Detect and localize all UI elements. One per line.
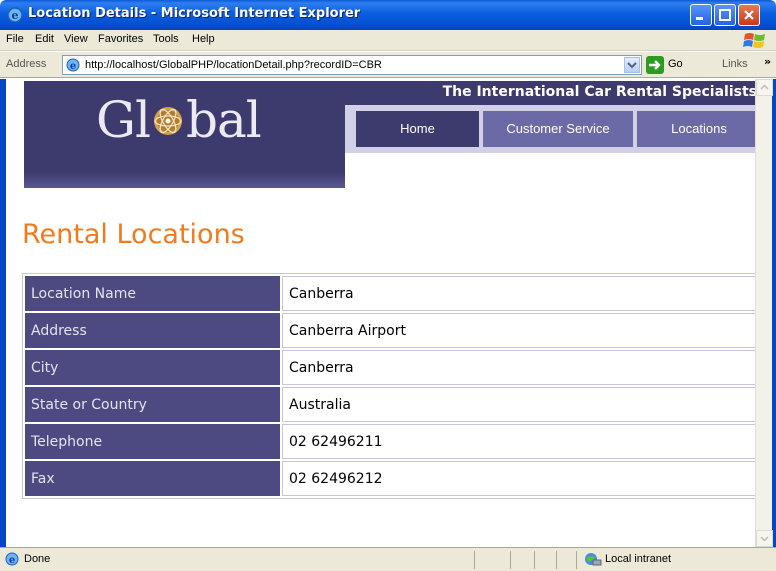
scroll-down-button[interactable] bbox=[756, 530, 773, 547]
windows-logo-icon bbox=[743, 33, 765, 48]
address-dropdown-button[interactable] bbox=[624, 57, 640, 73]
site-nav: Home Customer Service Locations bbox=[356, 111, 761, 147]
address-url: http://localhost/GlobalPHP/locationDetai… bbox=[85, 59, 382, 71]
status-bar: e Done Local intranet bbox=[0, 547, 776, 571]
menu-favorites[interactable]: Favorites bbox=[98, 33, 143, 45]
page-done-icon: e bbox=[5, 552, 19, 566]
nav-customer-service[interactable]: Customer Service bbox=[483, 111, 633, 147]
go-button[interactable]: Go bbox=[646, 56, 706, 74]
table-row: State or Country Australia bbox=[25, 387, 759, 422]
address-label: Address bbox=[6, 58, 47, 70]
address-bar: Address e http://localhost/GlobalPHP/loc… bbox=[0, 52, 776, 78]
site-logo[interactable]: Gl bal bbox=[24, 81, 345, 188]
close-icon bbox=[744, 10, 754, 20]
detail-value: Australia bbox=[282, 387, 759, 422]
svg-text:e: e bbox=[12, 9, 19, 22]
close-button[interactable] bbox=[738, 4, 760, 26]
ie-icon: e bbox=[7, 7, 23, 23]
status-divider bbox=[534, 551, 535, 569]
tagline-bar: The International Car Rental Specialists bbox=[345, 81, 761, 105]
table-row: Address Canberra Airport bbox=[25, 313, 759, 348]
menu-tools[interactable]: Tools bbox=[153, 33, 179, 45]
scroll-up-button[interactable] bbox=[756, 79, 773, 96]
page-title: Rental Locations bbox=[22, 219, 245, 250]
menu-help[interactable]: Help bbox=[192, 33, 215, 45]
window-title-bar[interactable]: e Location Details - Microsoft Internet … bbox=[0, 0, 776, 30]
address-input[interactable]: e http://localhost/GlobalPHP/locationDet… bbox=[62, 55, 642, 75]
detail-label: Telephone bbox=[25, 424, 280, 459]
go-label: Go bbox=[668, 58, 683, 70]
menu-bar: File Edit View Favorites Tools Help bbox=[0, 30, 776, 51]
detail-label: Location Name bbox=[25, 276, 280, 311]
status-text: Done bbox=[24, 553, 51, 565]
menu-file[interactable]: File bbox=[6, 33, 24, 45]
svg-text:e: e bbox=[70, 61, 76, 72]
chevron-down-icon bbox=[627, 62, 637, 69]
site-header: Gl bal The International Car Rental Spec… bbox=[24, 81, 761, 189]
maximize-icon bbox=[719, 9, 731, 21]
detail-label: City bbox=[25, 350, 280, 385]
status-divider bbox=[474, 551, 475, 569]
go-arrow-icon bbox=[646, 56, 664, 74]
page-icon: e bbox=[66, 58, 80, 72]
detail-value: Canberra bbox=[282, 276, 759, 311]
chevron-up-icon bbox=[760, 84, 769, 90]
detail-label: State or Country bbox=[25, 387, 280, 422]
minimize-button[interactable] bbox=[690, 4, 712, 26]
table-row: City Canberra bbox=[25, 350, 759, 385]
links-chevron-icon[interactable]: » bbox=[764, 55, 771, 68]
window-title: Location Details - Microsoft Internet Ex… bbox=[28, 6, 361, 21]
site-tagline: The International Car Rental Specialists bbox=[442, 84, 757, 100]
vertical-scrollbar[interactable] bbox=[755, 79, 773, 547]
chevron-down-icon bbox=[760, 536, 769, 542]
status-divider bbox=[556, 551, 557, 569]
detail-label: Fax bbox=[25, 461, 280, 496]
menu-edit[interactable]: Edit bbox=[35, 33, 54, 45]
links-button[interactable]: Links bbox=[722, 58, 748, 70]
browser-viewport: Gl bal The International Car Rental Spec… bbox=[0, 79, 776, 547]
table-row: Telephone 02 62496211 bbox=[25, 424, 759, 459]
svg-text:e: e bbox=[9, 555, 15, 566]
logo-text-left: Gl bbox=[96, 91, 151, 149]
nav-locations[interactable]: Locations bbox=[637, 111, 761, 147]
detail-value: 02 62496211 bbox=[282, 424, 759, 459]
web-page: Gl bal The International Car Rental Spec… bbox=[18, 79, 761, 547]
status-divider bbox=[576, 551, 577, 569]
logo-text-right: bal bbox=[185, 91, 262, 149]
detail-value: Canberra bbox=[282, 350, 759, 385]
minimize-icon bbox=[696, 17, 703, 20]
intranet-zone-icon bbox=[585, 553, 602, 566]
nav-home[interactable]: Home bbox=[356, 111, 479, 147]
atom-logo-icon bbox=[153, 107, 182, 135]
table-row: Fax 02 62496212 bbox=[25, 461, 759, 496]
detail-label: Address bbox=[25, 313, 280, 348]
detail-value: Canberra Airport bbox=[282, 313, 759, 348]
detail-value: 02 62496212 bbox=[282, 461, 759, 496]
table-row: Location Name Canberra bbox=[25, 276, 759, 311]
location-details-table: Location Name Canberra Address Canberra … bbox=[22, 273, 761, 499]
status-divider bbox=[510, 551, 511, 569]
menu-view[interactable]: View bbox=[64, 33, 88, 45]
maximize-button[interactable] bbox=[714, 4, 736, 26]
security-zone-label: Local intranet bbox=[605, 553, 672, 565]
